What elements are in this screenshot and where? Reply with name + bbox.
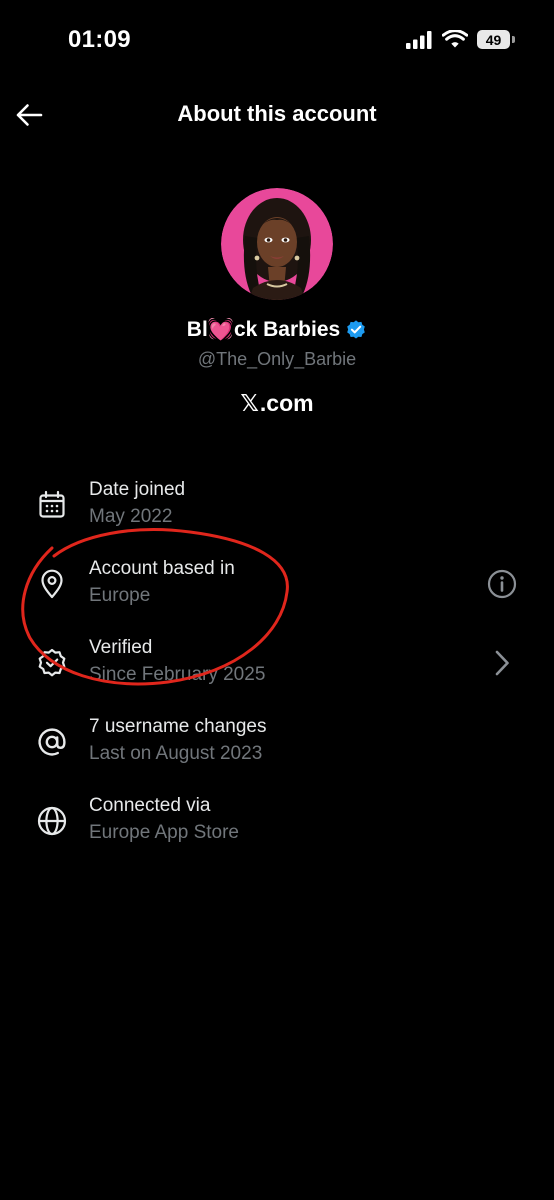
cellular-signal-icon [406, 30, 432, 49]
date-joined-value: May 2022 [89, 506, 173, 527]
location-pin-icon [41, 569, 63, 599]
display-name-prefix: Bl [186, 318, 208, 341]
info-row-verified[interactable]: Verified Since February 2025 [0, 637, 554, 699]
connected-via-value: Europe App Store [89, 822, 239, 843]
site-label: 𝕏 .com [0, 390, 554, 417]
page-title: About this account [177, 101, 377, 126]
site-label-suffix: .com [259, 390, 314, 416]
info-row-account-based-in: Account based in Europe [0, 558, 554, 620]
wifi-icon [442, 30, 468, 48]
display-name: Bl💓ck Barbies [0, 318, 554, 342]
info-row-date-joined: Date joined May 2022 [0, 479, 554, 541]
calendar-icon [39, 490, 65, 518]
status-time: 01:09 [68, 26, 131, 53]
at-sign-icon [38, 728, 66, 756]
status-icons: 49 [406, 30, 515, 49]
chevron-right-icon[interactable] [486, 647, 518, 679]
info-row-connected-via: Connected via Europe App Store [0, 795, 554, 857]
verified-value: Since February 2025 [89, 664, 266, 685]
account-based-in-label: Account based in [89, 558, 235, 579]
username-changes-label: 7 username changes [89, 716, 267, 737]
about-account-screen: 01:09 49 About this account Bl💓ck Barbie… [0, 0, 554, 1200]
globe-icon [37, 806, 67, 836]
account-based-in-value: Europe [89, 585, 151, 606]
date-joined-label: Date joined [89, 479, 186, 500]
verified-badge-icon [347, 320, 365, 339]
verified-badge-outline-icon [38, 648, 66, 677]
info-icon[interactable] [486, 568, 518, 600]
info-row-username-changes: 7 username changes Last on August 2023 [0, 716, 554, 778]
connected-via-label: Connected via [89, 795, 211, 816]
username-changes-value: Last on August 2023 [89, 743, 263, 764]
avatar-image [221, 188, 333, 300]
heart-emoji: 💓 [207, 318, 234, 341]
x-logo-icon: 𝕏 [240, 390, 259, 416]
verified-label: Verified [89, 637, 153, 658]
profile-handle: @The_Only_Barbie [197, 349, 357, 369]
display-name-suffix: ck Barbies [233, 318, 341, 341]
battery-level: 49 [485, 31, 502, 48]
avatar[interactable] [221, 188, 333, 300]
battery-icon: 49 [477, 30, 515, 49]
